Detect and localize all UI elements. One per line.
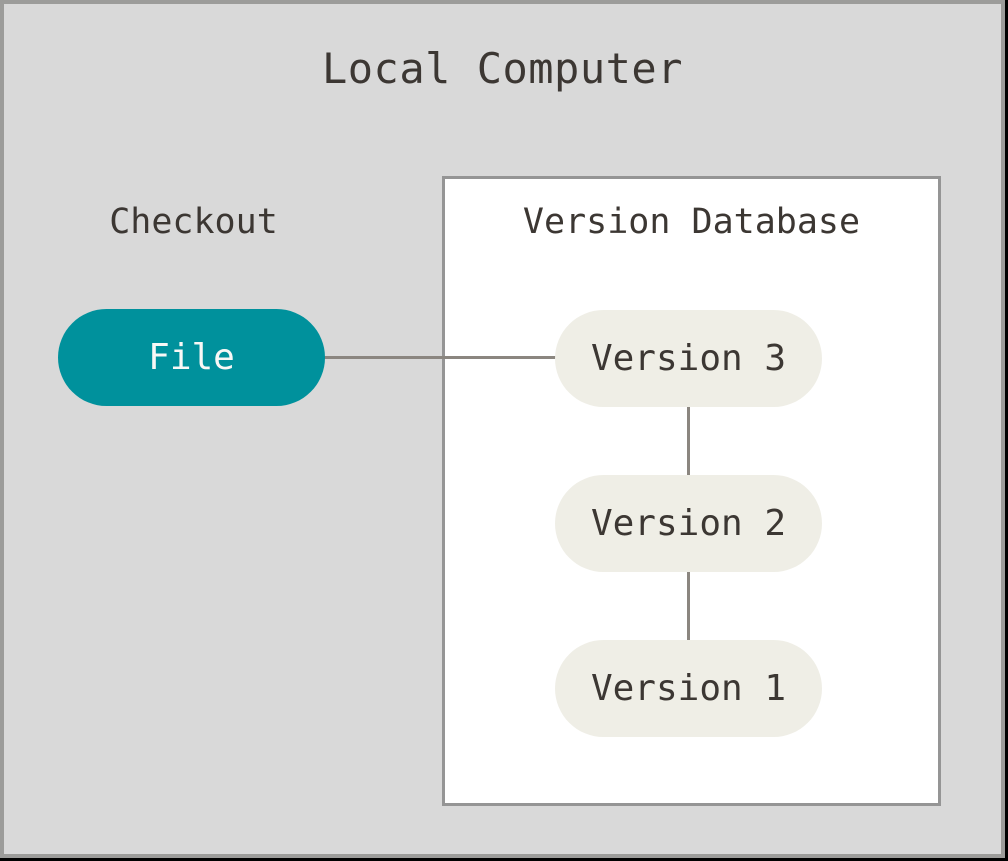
connector-file-to-version3 <box>322 356 562 359</box>
connector-version3-to-version2 <box>687 404 690 476</box>
file-node: File <box>58 309 325 406</box>
version-database-title: Version Database <box>442 202 941 242</box>
connector-version2-to-version1 <box>687 569 690 641</box>
version1-node: Version 1 <box>555 640 822 737</box>
checkout-label: Checkout <box>58 202 329 242</box>
local-computer-panel: Local Computer Checkout Version Database… <box>0 0 1005 858</box>
version2-node: Version 2 <box>555 475 822 572</box>
panel-title: Local Computer <box>4 44 1001 93</box>
version3-node: Version 3 <box>555 310 822 407</box>
